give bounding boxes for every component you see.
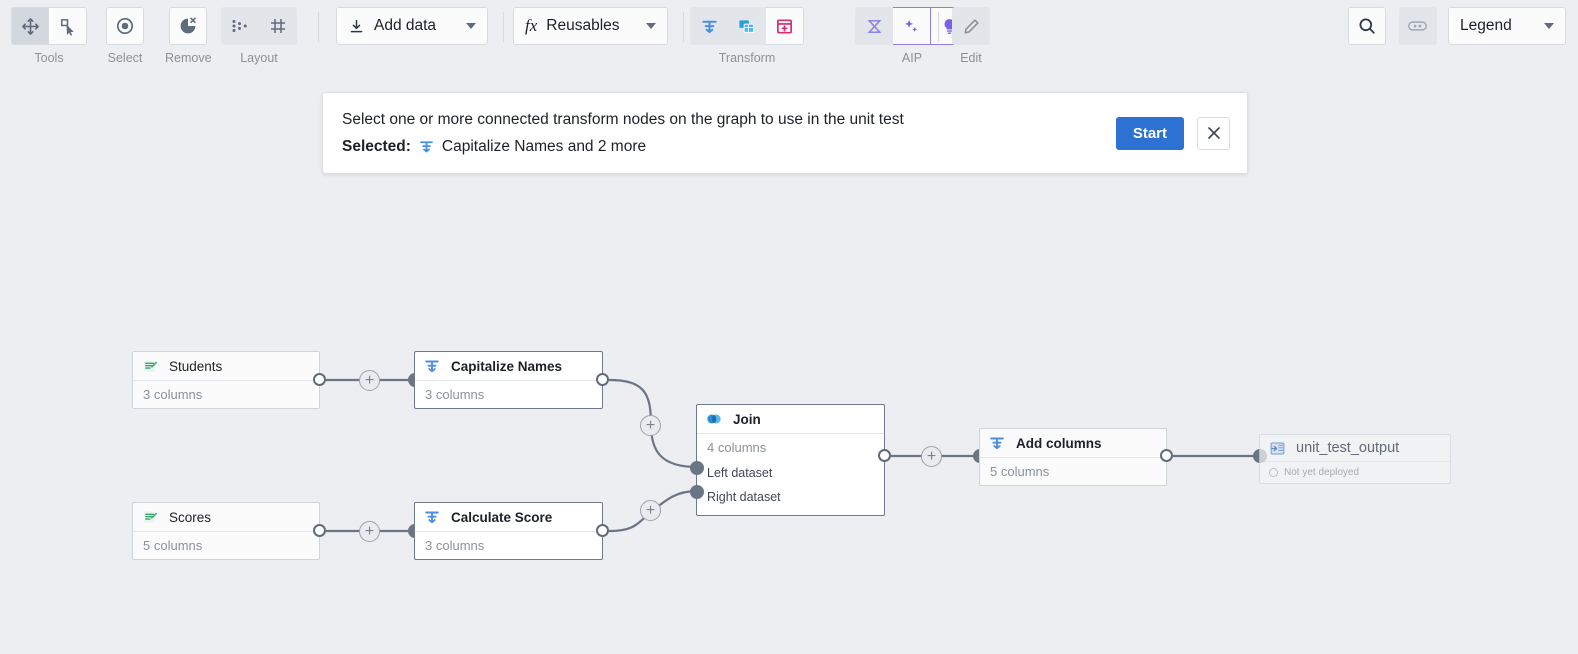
- add-node-button-5[interactable]: +: [921, 446, 942, 467]
- port-out-calculate[interactable]: [596, 524, 609, 537]
- dataset-icon: [140, 507, 160, 527]
- node-title: Add columns: [1016, 435, 1102, 451]
- add-node-button-2[interactable]: +: [640, 415, 661, 436]
- node-subtitle: 4 columns: [697, 433, 884, 461]
- add-node-button-1[interactable]: +: [359, 370, 380, 391]
- add-node-button-4[interactable]: +: [640, 500, 661, 521]
- node-scores[interactable]: Scores 5 columns: [132, 502, 320, 560]
- node-header: Students: [133, 352, 319, 380]
- node-add-columns[interactable]: Add columns 5 columns: [979, 428, 1167, 486]
- node-subtitle: 3 columns: [133, 380, 319, 408]
- port-out-addcolumns[interactable]: [1160, 449, 1173, 462]
- join-icon: [704, 409, 724, 429]
- port-out-scores[interactable]: [313, 524, 326, 537]
- node-title: Capitalize Names: [451, 358, 563, 374]
- node-subtitle: 5 columns: [133, 531, 319, 559]
- port-in-join-left[interactable]: [690, 461, 704, 475]
- join-port-right: Right dataset: [707, 490, 781, 504]
- node-header: Scores: [133, 503, 319, 531]
- node-subtitle: 3 columns: [415, 531, 602, 559]
- node-status-label: Not yet deployed: [1284, 467, 1360, 478]
- node-calculate-score[interactable]: Calculate Score 3 columns: [414, 502, 603, 560]
- node-header: Calculate Score: [415, 503, 602, 531]
- transform-icon: [987, 433, 1007, 453]
- output-icon: [1267, 438, 1287, 458]
- status-ring-icon: [1269, 468, 1278, 477]
- transform-icon: [422, 356, 442, 376]
- node-subtitle: 5 columns: [980, 457, 1166, 485]
- transform-icon: [422, 507, 442, 527]
- node-status: Not yet deployed: [1260, 461, 1450, 483]
- node-students[interactable]: Students 3 columns: [132, 351, 320, 409]
- node-title: Join: [733, 411, 761, 427]
- join-port-left: Left dataset: [707, 466, 773, 480]
- node-title: Calculate Score: [451, 509, 553, 525]
- node-title: Students: [169, 358, 223, 374]
- node-header: unit_test_output: [1260, 435, 1450, 461]
- add-node-button-3[interactable]: +: [359, 521, 380, 542]
- node-header: Capitalize Names: [415, 352, 602, 380]
- node-title: Scores: [169, 509, 212, 525]
- node-join[interactable]: Join 4 columns Left dataset Right datase…: [696, 404, 885, 516]
- node-subtitle: 3 columns: [415, 380, 602, 408]
- port-out-join[interactable]: [878, 449, 891, 462]
- graph-canvas[interactable]: Students 3 columns + Capitalize Names 3 …: [0, 0, 1578, 654]
- dataset-icon: [140, 356, 160, 376]
- port-out-capitalize[interactable]: [596, 373, 609, 386]
- node-unit-test-output[interactable]: unit_test_output Not yet deployed: [1259, 434, 1451, 484]
- port-out-students[interactable]: [313, 373, 326, 386]
- node-title: unit_test_output: [1296, 440, 1400, 456]
- node-capitalize-names[interactable]: Capitalize Names 3 columns: [414, 351, 603, 409]
- node-header: Add columns: [980, 429, 1166, 457]
- port-in-join-right[interactable]: [690, 485, 704, 499]
- node-header: Join: [697, 405, 884, 433]
